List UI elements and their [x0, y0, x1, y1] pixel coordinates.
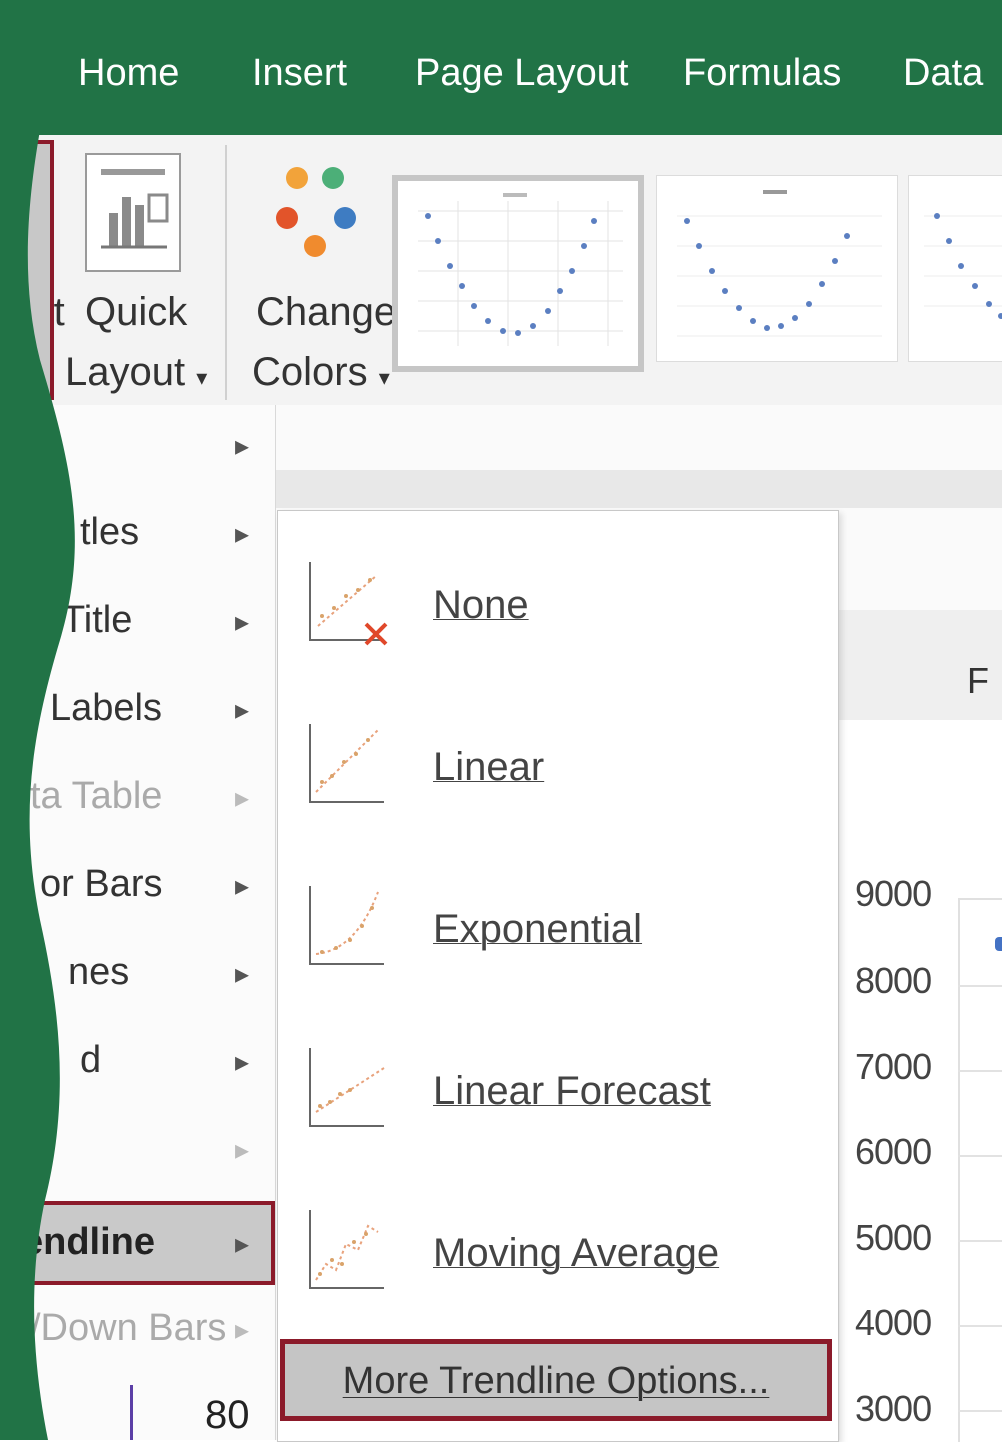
column-header-f[interactable]: F [835, 610, 1002, 720]
decorative-wave-border [0, 0, 75, 1440]
submenu-arrow-icon: ▸ [235, 1314, 250, 1345]
chart-style-preview [677, 190, 882, 337]
tab-page-layout[interactable]: Page Layout [415, 52, 628, 95]
change-colors-label-2: Colors ▾ [252, 350, 390, 394]
ribbon-tab-bar: Home Insert Page Layout Formulas Data [0, 0, 1002, 135]
y-axis-tick-label: 8000 [855, 960, 932, 1001]
y-axis-tick-label: 9000 [855, 873, 932, 914]
chevron-down-icon: ▾ [378, 365, 390, 390]
trendline-option-none[interactable]: None [278, 521, 838, 681]
tab-data[interactable]: Data [903, 52, 983, 95]
trendline-moving-average-icon [309, 1210, 384, 1289]
chevron-down-icon: ▾ [196, 365, 208, 390]
ribbon-separator [225, 145, 227, 400]
trendline-option-linear[interactable]: Linear [278, 683, 838, 843]
submenu-arrow-icon: ▸ [235, 606, 250, 637]
ribbon-chart-design: art Quick Layout ▾ Change [0, 135, 1002, 406]
gridline [958, 985, 1002, 987]
column-header-label: F [967, 660, 989, 701]
trendline-submenu: None Linear Exponential Linear Forecast [277, 510, 839, 1442]
plot-area [958, 898, 1002, 1442]
gridline [958, 1240, 1002, 1242]
submenu-arrow-icon: ▸ [235, 1228, 250, 1259]
trendline-option-label: None [433, 583, 529, 627]
trendline-linear-icon [309, 724, 384, 803]
submenu-arrow-icon: ▸ [235, 518, 250, 549]
submenu-arrow-icon: ▸ [235, 870, 250, 901]
trendline-option-label: Moving Average [433, 1231, 720, 1275]
tab-formulas[interactable]: Formulas [683, 52, 841, 95]
submenu-arrow-icon: ▸ [235, 958, 250, 989]
submenu-arrow-icon: ▸ [235, 782, 250, 813]
change-colors-label: Change [256, 290, 397, 334]
submenu-arrow-icon: ▸ [235, 1134, 250, 1165]
chart-style-thumbnail-2[interactable] [656, 175, 898, 362]
trendline-option-label: Linear [433, 745, 545, 789]
trendline-linear-forecast-icon [309, 1048, 385, 1127]
more-trendline-options-label: More Trendline Options... [342, 1360, 770, 1402]
gridline [958, 1410, 1002, 1412]
gridline [958, 1155, 1002, 1157]
submenu-arrow-icon: ▸ [235, 694, 250, 725]
cell-value[interactable]: 80 [205, 1393, 250, 1438]
cell-border [130, 1385, 133, 1440]
gridline [958, 1070, 1002, 1072]
tab-insert[interactable]: Insert [252, 52, 347, 95]
chart-style-preview [924, 213, 1002, 319]
y-axis-tick-label: 3000 [855, 1388, 932, 1429]
y-axis-tick-label: 4000 [855, 1302, 932, 1343]
submenu-arrow-icon: ▸ [235, 430, 250, 461]
trendline-option-label: Exponential [433, 907, 643, 951]
trendline-exponential-icon [309, 886, 384, 965]
legend-marker [995, 937, 1002, 951]
trendline-option-moving-average[interactable]: Moving Average [278, 1169, 838, 1329]
y-axis-tick-label: 6000 [855, 1131, 932, 1172]
trendline-none-icon [309, 562, 388, 646]
trendline-option-label: Linear Forecast [433, 1069, 711, 1113]
y-axis-tick-label: 5000 [855, 1217, 932, 1258]
y-axis-tick-label: 7000 [855, 1046, 932, 1087]
quick-layout-label: Quick [85, 290, 188, 334]
gridline [958, 1325, 1002, 1327]
chart-style-preview [418, 193, 623, 346]
chart-style-thumbnail-1[interactable] [392, 175, 644, 372]
chart-style-thumbnail-3[interactable] [908, 175, 1002, 362]
submenu-arrow-icon: ▸ [235, 1046, 250, 1077]
trendline-option-linear-forecast[interactable]: Linear Forecast [278, 1007, 838, 1167]
more-trendline-options-button[interactable]: More Trendline Options... [280, 1339, 832, 1421]
trendline-option-exponential[interactable]: Exponential [278, 845, 838, 1005]
